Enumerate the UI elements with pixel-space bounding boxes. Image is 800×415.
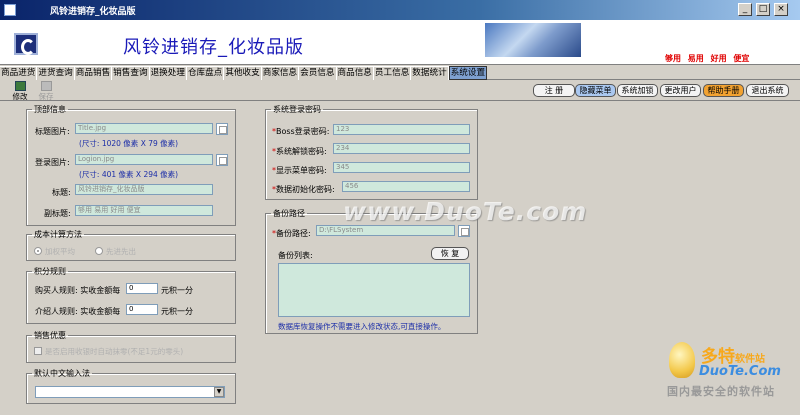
tab-statistics[interactable]: 数据统计 bbox=[411, 66, 449, 80]
minimize-button[interactable]: _ bbox=[738, 3, 752, 16]
init-password-field[interactable]: 456 bbox=[342, 181, 470, 192]
login-image-browse-icon[interactable] bbox=[216, 154, 228, 166]
boss-password-field[interactable]: 123 bbox=[333, 124, 470, 135]
backup-path-text: 备份路径: bbox=[276, 229, 311, 238]
help-manual-button[interactable]: 帮助手册 bbox=[703, 84, 744, 97]
tab-returns[interactable]: 退换处理 bbox=[149, 66, 187, 80]
show-menu-password-field[interactable]: 345 bbox=[333, 162, 470, 173]
unlock-password-text: 系统解锁密码: bbox=[276, 147, 327, 156]
tab-inventory[interactable]: 仓库盘点 bbox=[186, 66, 225, 80]
title-image-size-hint: (尺寸: 1020 像素 X 79 像素) bbox=[79, 139, 179, 148]
tab-purchase-query[interactable]: 进货查询 bbox=[37, 66, 75, 80]
login-password-legend: 系统登录密码 bbox=[273, 105, 321, 114]
tab-purchase[interactable]: 商品进货 bbox=[0, 66, 38, 80]
auto-round-checkbox[interactable] bbox=[34, 347, 42, 355]
app-banner: 风铃进销存_化妆品版 够用 易用 好用 便宜 bbox=[0, 20, 800, 65]
register-button[interactable]: 注 册 bbox=[533, 84, 575, 97]
init-password-text: 数据初始化密码: bbox=[276, 185, 335, 194]
ime-dropdown-icon[interactable]: ▼ bbox=[214, 387, 224, 397]
title-label: 标题: bbox=[52, 188, 71, 197]
watermark-text: www.DuoTe.com bbox=[343, 197, 588, 226]
fifo-radio[interactable] bbox=[95, 247, 103, 255]
edit-button[interactable]: 修改 bbox=[8, 81, 32, 102]
title-image-label: 标题图片: bbox=[35, 127, 70, 136]
login-image-field[interactable]: Logion.jpg bbox=[75, 154, 213, 165]
cost-method-legend: 成本计算方法 bbox=[34, 230, 82, 239]
title-image-browse-icon[interactable] bbox=[216, 123, 228, 135]
tab-merchants[interactable]: 商家信息 bbox=[261, 66, 300, 80]
backup-note: 数据库恢复操作不需要进入修改状态,可直接操作。 bbox=[278, 322, 446, 331]
init-password-label: *数据初始化密码: bbox=[272, 185, 335, 194]
hide-menu-button[interactable]: 隐藏菜单 bbox=[575, 84, 616, 97]
tab-settings[interactable]: 系统设置 bbox=[448, 66, 488, 80]
points-rules-legend: 积分规则 bbox=[34, 267, 66, 276]
show-menu-password-label: *显示菜单密码: bbox=[272, 166, 327, 175]
sales-discount-legend: 销售优惠 bbox=[34, 331, 66, 340]
subtitle-field[interactable]: 够用 易用 好用 便宜 bbox=[75, 205, 213, 216]
backup-list-label: 备份列表: bbox=[278, 251, 313, 260]
tab-products[interactable]: 商品信息 bbox=[336, 66, 374, 80]
exit-system-button[interactable]: 退出系统 bbox=[746, 84, 789, 97]
close-button[interactable]: × bbox=[774, 3, 788, 16]
edit-label: 修改 bbox=[12, 92, 28, 101]
bulb-icon bbox=[669, 342, 695, 378]
unlock-password-label: *系统解锁密码: bbox=[272, 147, 327, 156]
ime-select[interactable] bbox=[35, 386, 225, 398]
top-info-legend: 顶部信息 bbox=[34, 105, 66, 114]
title-field[interactable]: 风铃进销存_化妆品版 bbox=[75, 184, 213, 195]
backup-path-label: *备份路径: bbox=[272, 229, 311, 238]
banner-slogan: 够用 易用 好用 便宜 bbox=[665, 54, 750, 63]
tab-sales[interactable]: 商品销售 bbox=[74, 66, 113, 80]
auto-round-label: 是否启用收银时自动抹零(不足1元的零头) bbox=[45, 347, 184, 356]
login-image-size-hint: (尺寸: 401 像素 X 294 像素) bbox=[79, 170, 179, 179]
title-image-field[interactable]: Title.jpg bbox=[75, 123, 213, 134]
window-title: 风铃进销存_化妆品版 bbox=[50, 7, 136, 17]
boss-password-label: *Boss登录密码: bbox=[272, 127, 330, 136]
default-ime-legend: 默认中文输入法 bbox=[34, 369, 90, 378]
backup-path-field[interactable]: D:\FLSystem bbox=[316, 225, 455, 236]
save-button[interactable]: 保存 bbox=[34, 81, 58, 102]
tab-staff[interactable]: 员工信息 bbox=[373, 66, 412, 80]
banner-image bbox=[485, 23, 581, 57]
referrer-rule-label: 介绍人规则: 实收金额每 bbox=[35, 307, 121, 316]
login-image-label: 登录图片: bbox=[35, 158, 70, 167]
referrer-rule-unit: 元积一分 bbox=[161, 307, 193, 316]
fifo-label: 先进先出 bbox=[106, 247, 136, 256]
watermark-logo-tag: 国内最安全的软件站 bbox=[667, 385, 775, 398]
banner-title: 风铃进销存_化妆品版 bbox=[123, 37, 304, 58]
save-icon bbox=[40, 81, 52, 91]
tab-sales-query[interactable]: 销售查询 bbox=[112, 66, 150, 80]
weighted-average-radio[interactable] bbox=[34, 247, 42, 255]
boss-password-text: Boss登录密码: bbox=[276, 127, 330, 136]
app-icon bbox=[4, 4, 16, 16]
show-menu-password-text: 显示菜单密码: bbox=[276, 166, 327, 175]
main-tabs: 商品进货 进货查询 商品销售 销售查询 退换处理 仓库盘点 其他收支 商家信息 会员信息 商品信息… bbox=[0, 66, 800, 80]
buyer-rule-label: 购买人规则: 实收金额每 bbox=[35, 286, 121, 295]
window-titlebar: 风铃进销存_化妆品版 _ □ × bbox=[0, 0, 800, 20]
buyer-rule-unit: 元积一分 bbox=[161, 286, 193, 295]
system-lock-button[interactable]: 系统加锁 bbox=[617, 84, 658, 97]
watermark-logo-en: DuoTe.Com bbox=[699, 364, 781, 379]
tab-members[interactable]: 会员信息 bbox=[299, 66, 337, 80]
change-user-button[interactable]: 更改用户 bbox=[660, 84, 701, 97]
maximize-button[interactable]: □ bbox=[756, 3, 770, 16]
weighted-average-label: 加权平均 bbox=[45, 247, 75, 256]
edit-icon bbox=[14, 81, 26, 91]
watermark-logo: 多特软件站 DuoTe.Com 国内最安全的软件站 bbox=[665, 340, 800, 415]
app-logo-icon bbox=[14, 33, 38, 55]
buyer-rule-field[interactable]: 0 bbox=[126, 283, 158, 294]
backup-legend: 备份路径 bbox=[273, 209, 305, 218]
tab-other-income[interactable]: 其他收支 bbox=[224, 66, 262, 80]
backup-list[interactable] bbox=[278, 263, 470, 317]
unlock-password-field[interactable]: 234 bbox=[333, 143, 470, 154]
restore-button[interactable]: 恢 复 bbox=[431, 247, 469, 260]
backup-path-browse-icon[interactable] bbox=[458, 225, 470, 237]
referrer-rule-field[interactable]: 0 bbox=[126, 304, 158, 315]
subtitle-label: 副标题: bbox=[44, 209, 71, 218]
save-label: 保存 bbox=[38, 92, 54, 101]
